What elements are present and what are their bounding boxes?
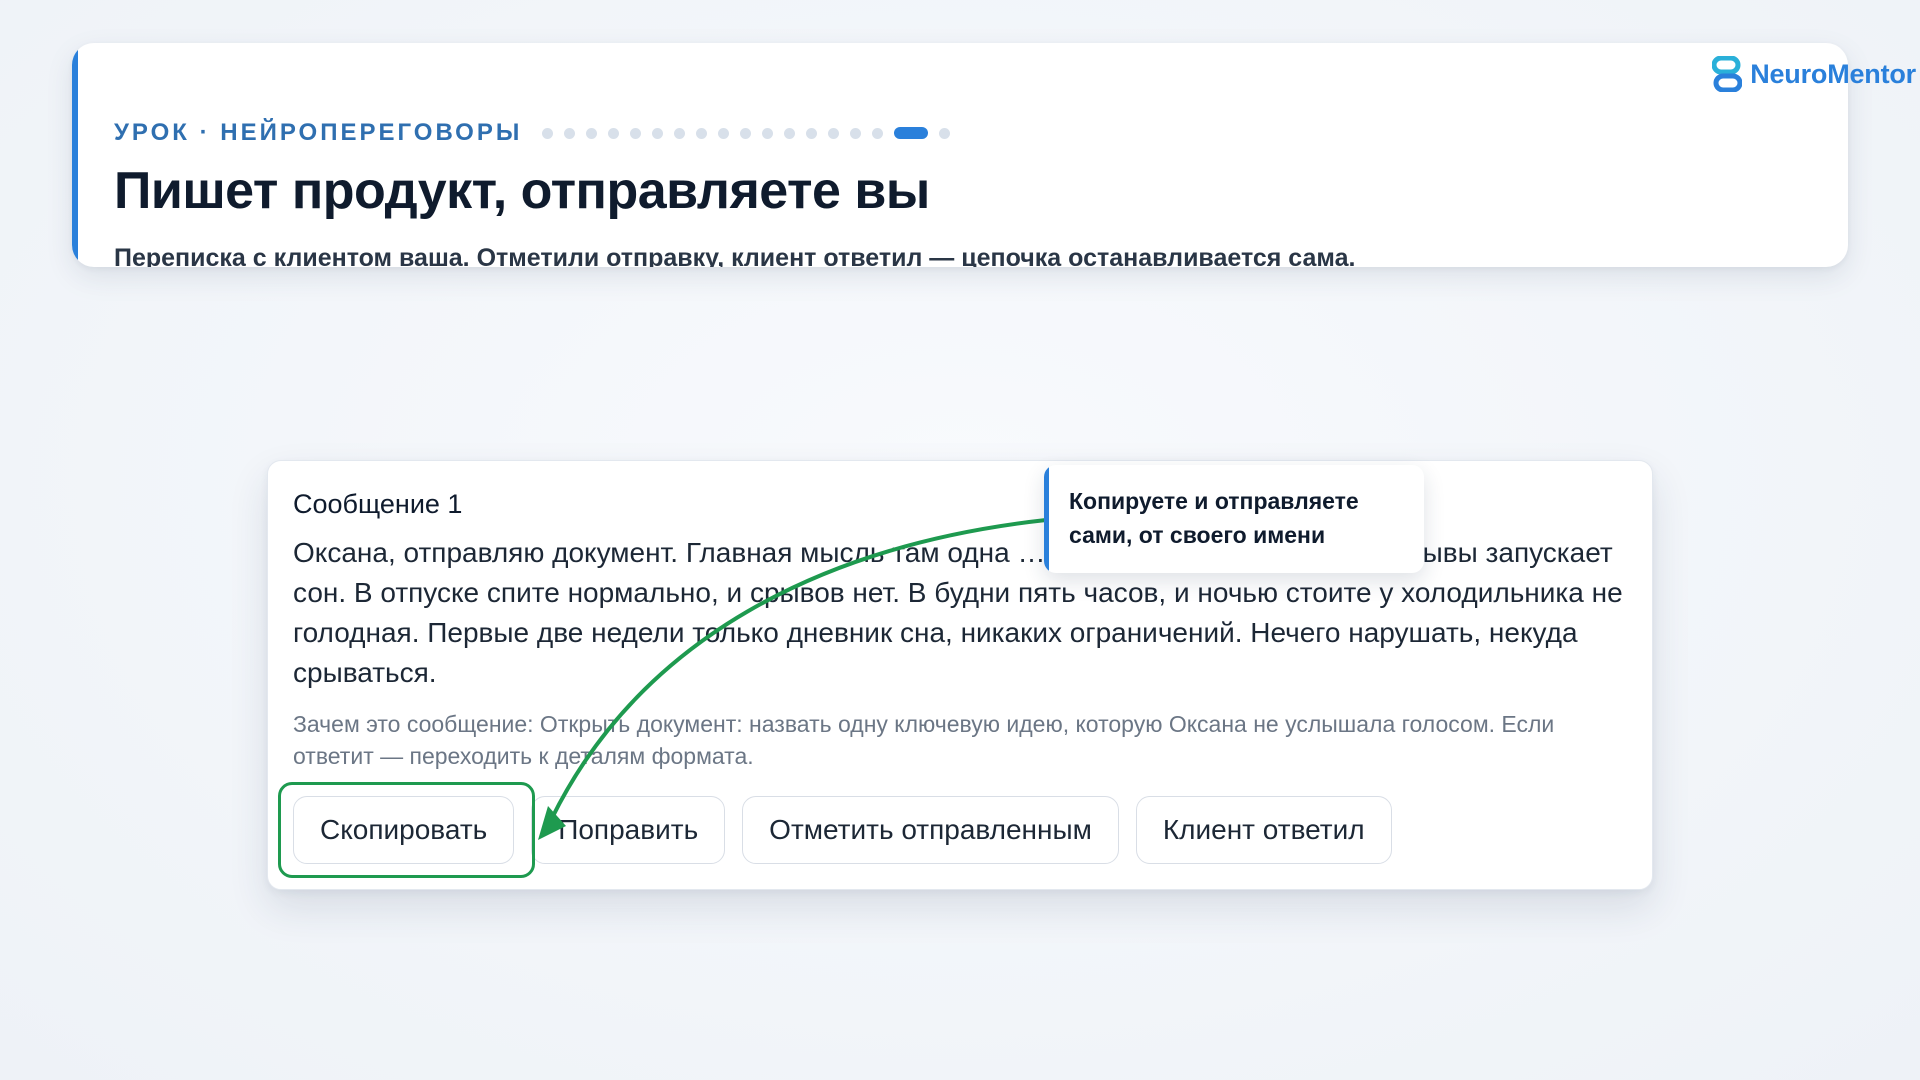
brand-logo: NeuroMentor xyxy=(1712,56,1916,92)
progress-dot xyxy=(608,127,620,139)
lesson-row: УРОК · НЕЙРОПЕРЕГОВОРЫ xyxy=(114,118,961,148)
page-subtitle: Переписка с клиентом ваша. Отметили отпр… xyxy=(114,244,1356,267)
progress-dot xyxy=(674,127,686,139)
lesson-eyebrow: УРОК · НЕЙРОПЕРЕГОВОРЫ xyxy=(114,119,523,146)
mark-sent-button[interactable]: Отметить отправленным xyxy=(742,796,1119,864)
progress-dot xyxy=(784,127,796,139)
copy-button-highlight xyxy=(278,782,535,878)
progress-dot xyxy=(740,127,752,139)
progress-dot xyxy=(762,127,774,139)
message-body: Оксана, отправляю документ. Главная мысл… xyxy=(293,537,1623,688)
progress-dot xyxy=(718,127,730,139)
message-title: Сообщение 1 xyxy=(293,489,463,519)
progress-dot xyxy=(872,127,884,139)
edit-button[interactable]: Поправить xyxy=(531,796,726,864)
progress-dot xyxy=(850,127,862,139)
progress-dot xyxy=(806,127,818,139)
progress-dot xyxy=(564,127,576,139)
message-purpose-hint: Зачем это сообщение: Открыть документ: н… xyxy=(293,711,1555,769)
progress-dot xyxy=(630,127,642,139)
progress-dot-current xyxy=(894,127,929,139)
callout-accent-bar xyxy=(1044,465,1049,573)
lesson-header-card: УРОК · НЕЙРОПЕРЕГОВОРЫ Пишет продукт, от… xyxy=(72,43,1848,267)
header-accent-bar xyxy=(72,43,78,267)
page-title: Пишет продукт, отправляете вы xyxy=(114,162,930,220)
tip-callout: Копируете и отправляете сами, от своего … xyxy=(1044,465,1424,573)
progress-dot xyxy=(542,127,554,139)
progress-dot xyxy=(652,127,664,139)
callout-text: Копируете и отправляете сами, от своего … xyxy=(1069,488,1359,548)
client-replied-button[interactable]: Клиент ответил xyxy=(1135,796,1392,864)
progress-dot xyxy=(696,127,708,139)
neuromentor-logo-icon xyxy=(1712,56,1743,92)
lesson-progress-dots xyxy=(542,127,961,139)
brand-name: NeuroMentor xyxy=(1750,58,1916,89)
progress-dot xyxy=(586,127,598,139)
progress-dot xyxy=(939,127,951,139)
progress-dot xyxy=(828,127,840,139)
